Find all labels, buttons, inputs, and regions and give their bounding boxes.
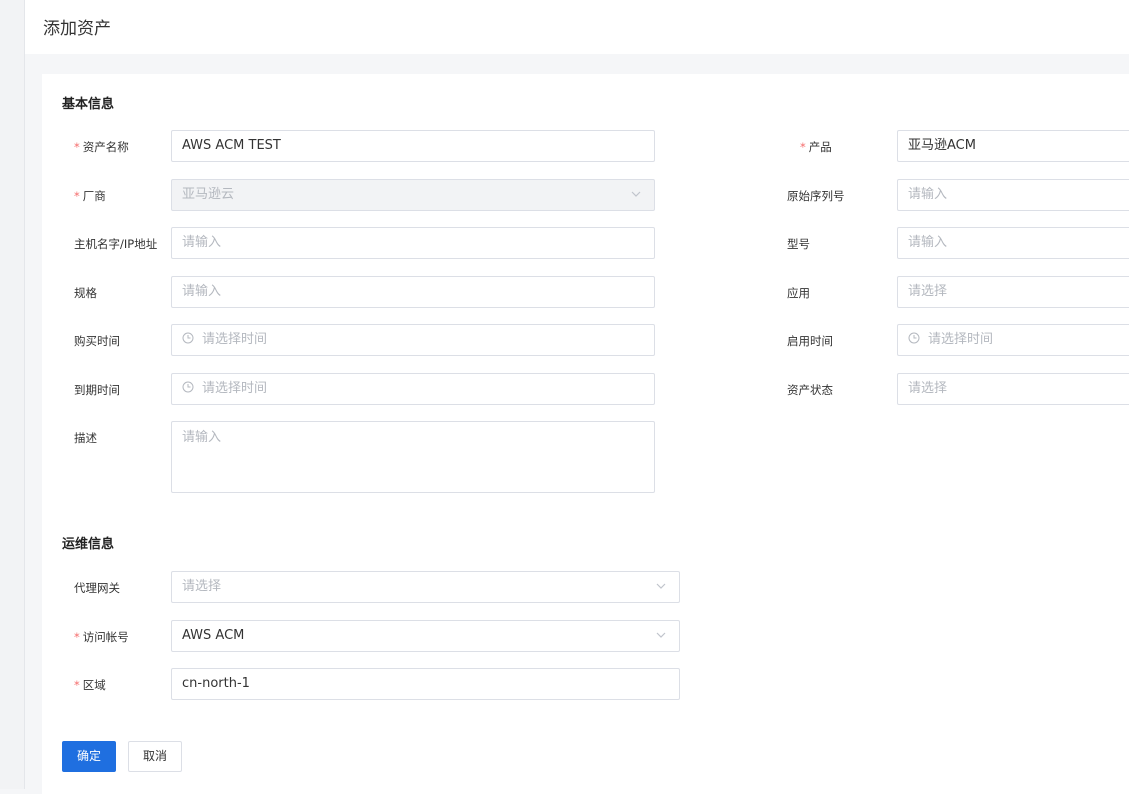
- asset-form: 基本信息 * 资产名称 AWS ACM TEST * 产品 亚马逊ACM * 厂商 亚…: [42, 74, 1129, 794]
- description-label: 描述: [74, 431, 97, 445]
- model-input[interactable]: 请输入: [897, 227, 1129, 259]
- hostname-label: 主机名字/IP地址: [74, 237, 158, 251]
- model-label: 型号: [787, 237, 810, 251]
- enable-time-picker[interactable]: 请选择时间: [897, 324, 1129, 356]
- description-textarea[interactable]: 请输入: [171, 421, 655, 493]
- hostname-input[interactable]: 请输入: [171, 227, 655, 259]
- section-title-ops: 运维信息: [62, 537, 115, 552]
- required-mark: *: [74, 630, 80, 644]
- page-header: 添加资产: [25, 0, 1129, 54]
- application-label: 应用: [787, 286, 810, 300]
- product-input[interactable]: 亚马逊ACM: [897, 130, 1129, 162]
- vendor-select: 亚马逊云: [171, 179, 655, 211]
- region-input[interactable]: cn-north-1: [171, 668, 680, 700]
- sidebar-edge: [0, 0, 25, 789]
- chevron-down-icon: [656, 583, 666, 589]
- serial-label: 原始序列号: [787, 189, 845, 203]
- expire-time-placeholder: 请选择时间: [202, 381, 268, 396]
- enable-time-label: 启用时间: [787, 334, 833, 348]
- asset-name-label: * 资产名称: [74, 140, 129, 154]
- access-account-label: * 访问帐号: [74, 630, 129, 644]
- proxy-gateway-placeholder: 请选择: [182, 579, 222, 594]
- enable-time-placeholder: 请选择时间: [928, 332, 994, 347]
- vendor-label: * 厂商: [74, 189, 106, 203]
- asset-status-label: 资产状态: [787, 383, 833, 397]
- required-mark: *: [74, 140, 80, 154]
- access-account-select[interactable]: AWS ACM: [171, 620, 680, 652]
- spec-input[interactable]: 请输入: [171, 276, 655, 308]
- purchase-time-label: 购买时间: [74, 334, 120, 348]
- vendor-select-value: 亚马逊云: [182, 187, 235, 202]
- spec-label: 规格: [74, 286, 97, 300]
- chevron-down-icon: [631, 191, 641, 197]
- asset-name-input[interactable]: AWS ACM TEST: [171, 130, 655, 162]
- access-account-value: AWS ACM: [182, 628, 245, 643]
- product-label: * 产品: [800, 140, 832, 154]
- serial-input[interactable]: 请输入: [897, 179, 1129, 211]
- clock-icon: [182, 332, 194, 344]
- asset-status-select[interactable]: 请选择: [897, 373, 1129, 405]
- cancel-button[interactable]: 取消: [128, 741, 182, 772]
- required-mark: *: [74, 189, 80, 203]
- proxy-gateway-label: 代理网关: [74, 581, 120, 595]
- chevron-down-icon: [656, 632, 666, 638]
- required-mark: *: [74, 678, 80, 692]
- confirm-button[interactable]: 确定: [62, 741, 116, 772]
- proxy-gateway-select[interactable]: 请选择: [171, 571, 680, 603]
- clock-icon: [182, 381, 194, 393]
- purchase-time-placeholder: 请选择时间: [202, 332, 268, 347]
- page-title: 添加资产: [43, 19, 111, 39]
- application-select[interactable]: 请选择: [897, 276, 1129, 308]
- required-mark: *: [800, 140, 806, 154]
- expire-time-picker[interactable]: 请选择时间: [171, 373, 655, 405]
- purchase-time-picker[interactable]: 请选择时间: [171, 324, 655, 356]
- region-label: * 区域: [74, 678, 106, 692]
- clock-icon: [908, 332, 920, 344]
- section-title-basic: 基本信息: [62, 97, 115, 112]
- expire-time-label: 到期时间: [74, 383, 120, 397]
